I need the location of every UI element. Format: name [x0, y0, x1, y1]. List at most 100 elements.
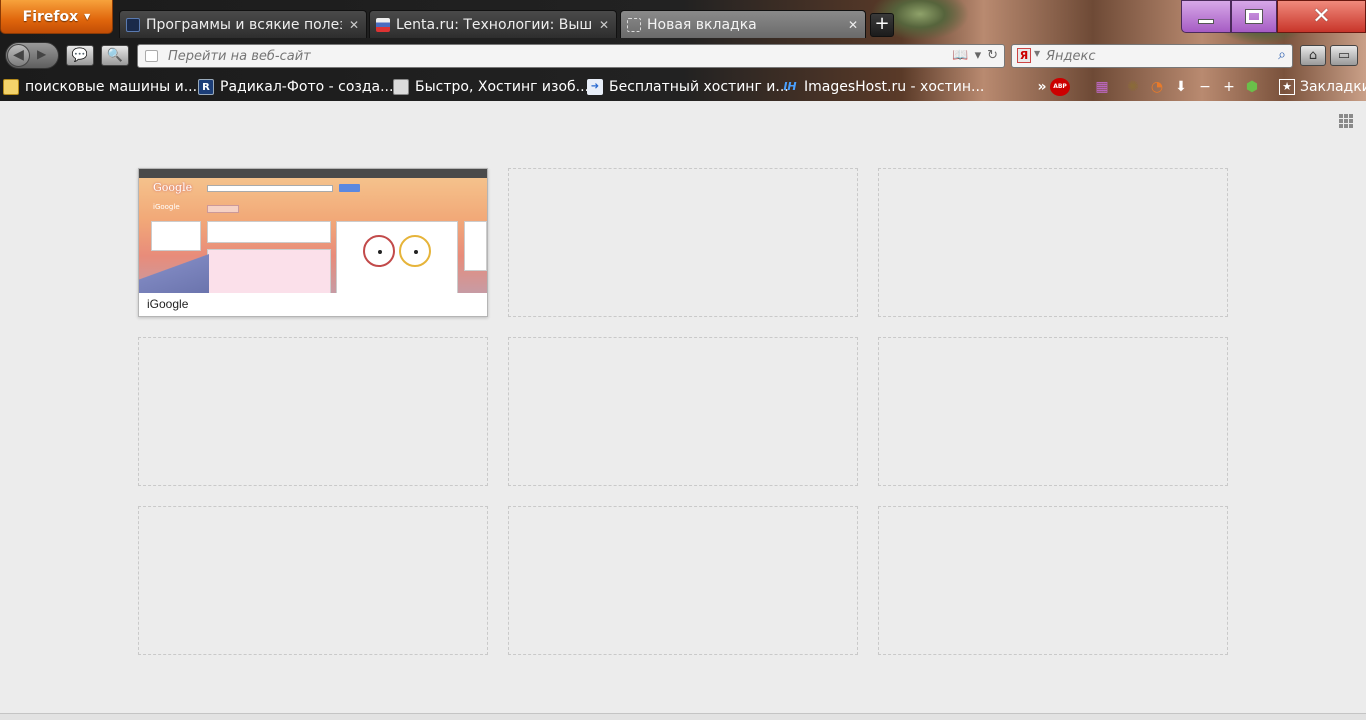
navigation-toolbar: ◀ ▶ 💬 🔍 📖 ▾ ↻ Я ▼ ⌕ ⌂ ▭ — [0, 40, 1366, 70]
thumbnail-search-button — [339, 184, 360, 192]
newtab-empty-cell[interactable] — [878, 168, 1228, 317]
status-bar — [0, 713, 1366, 720]
url-bar[interactable]: 📖 ▾ ↻ — [137, 44, 1005, 68]
thumbnail-search-box — [207, 185, 333, 192]
thumbnail-gadget — [464, 221, 487, 271]
bookmark-label: Радикал-Фото - созда... — [220, 79, 394, 95]
bookmark-item[interactable]: ➜ Бесплатный хостинг и... — [587, 79, 789, 95]
thumbnail-gadget — [207, 221, 331, 243]
site-thumbnail: Google iGoogle — [139, 169, 487, 293]
speed-dial-grid-icon[interactable]: ▦ — [1093, 78, 1111, 96]
thumbnail-gadget — [151, 221, 201, 251]
new-tab-page: Google iGoogle iGoogle — [0, 101, 1366, 713]
tab-favicon-icon — [376, 17, 390, 32]
close-icon: ✕ — [1312, 4, 1331, 29]
back-button[interactable]: ◀ — [7, 44, 30, 67]
tab-title: Программы и всякие полез... — [146, 16, 342, 33]
zoom-out-icon[interactable]: − — [1196, 78, 1214, 96]
history-dropdown-icon[interactable]: ▾ — [975, 48, 982, 63]
search-tool-button[interactable]: 🔍 — [101, 45, 129, 66]
close-window-button[interactable]: ✕ — [1277, 0, 1366, 33]
bookmarks-menu-button[interactable]: ★ Закладки — [1279, 79, 1366, 95]
minimize-icon — [1198, 19, 1214, 24]
newtab-empty-cell[interactable] — [138, 337, 488, 486]
grid-toggle-icon[interactable] — [1339, 114, 1353, 128]
reload-icon[interactable]: ↻ — [987, 48, 998, 63]
thumbnail-landscape — [139, 253, 209, 293]
arrow-icon: ➜ — [587, 79, 603, 95]
firefox-menu-label: Firefox — [22, 8, 79, 25]
tab-favicon-icon — [126, 17, 140, 32]
thumbnail-clock-ring — [363, 235, 395, 267]
minimize-button[interactable] — [1181, 0, 1231, 33]
thumbnail-clock-ring — [399, 235, 431, 267]
speech-bubble-icon: 💬 — [71, 48, 89, 63]
bookmark-item[interactable]: поисковые машины и... — [3, 79, 197, 95]
reader-book-icon[interactable]: 📖 — [952, 48, 968, 63]
newtab-cell[interactable]: Google iGoogle iGoogle — [138, 168, 488, 317]
url-input[interactable] — [168, 47, 928, 65]
thumbnail-calendar — [207, 249, 331, 293]
folder-icon — [3, 79, 19, 95]
tab-title: Новая вкладка — [647, 16, 757, 33]
magnifier-icon: 🔍 — [106, 48, 124, 63]
search-go-icon[interactable]: ⌕ — [1278, 47, 1286, 63]
close-tab-icon[interactable]: ✕ — [847, 18, 859, 32]
chevron-down-icon: ▼ — [84, 12, 91, 21]
tab-programs[interactable]: Программы и всякие полез... ✕ — [119, 10, 367, 38]
adblock-icon[interactable]: ABP — [1050, 78, 1070, 96]
rss-icon[interactable]: ◔ — [1148, 78, 1166, 96]
bookmarks-overflow-chevron[interactable]: » — [1033, 78, 1051, 96]
close-tab-icon[interactable]: ✕ — [598, 18, 610, 32]
radikal-icon: R — [198, 79, 214, 95]
bookmark-label: поисковые машины и... — [25, 79, 198, 95]
thumbnail-google-logo: Google — [153, 181, 193, 194]
imageshost-icon: IH — [783, 80, 797, 93]
bookmark-item[interactable]: Быстро, Хостинг изоб... — [393, 79, 589, 95]
extension-cube-icon[interactable]: ⬢ — [1243, 78, 1261, 96]
sync-icon: ▭ — [1337, 48, 1351, 63]
newtab-empty-cell[interactable] — [878, 337, 1228, 486]
bookmark-item[interactable]: IH ImagesHost.ru - хостин... — [782, 79, 984, 95]
tab-title: Lenta.ru: Технологии: Вышел... — [396, 16, 592, 33]
thumbnail-google-bar — [139, 169, 487, 178]
newtab-site-igoogle[interactable]: Google iGoogle iGoogle — [138, 168, 488, 317]
newtab-empty-cell[interactable] — [508, 506, 858, 655]
star-bookmark-icon: ★ — [1279, 79, 1295, 95]
tab-lenta[interactable]: Lenta.ru: Технологии: Вышел... ✕ — [369, 10, 617, 38]
bookmarks-menu-label: Закладки — [1300, 79, 1366, 95]
thumbnail-igoogle-logo: iGoogle — [153, 203, 180, 211]
pages-icon — [393, 79, 409, 95]
sync-button[interactable]: ▭ — [1330, 45, 1358, 66]
browser-chrome: Firefox ▼ Программы и всякие полез... ✕ … — [0, 0, 1366, 101]
newtab-empty-cell[interactable] — [508, 337, 858, 486]
thumbnail-gadget — [336, 221, 458, 293]
engine-dropdown-icon[interactable]: ▼ — [1034, 49, 1040, 58]
newtab-empty-cell[interactable] — [508, 168, 858, 317]
site-identity-icon[interactable] — [145, 50, 158, 62]
maximize-icon — [1245, 9, 1263, 24]
tab-favicon-icon — [627, 17, 641, 32]
bookmark-label: Бесплатный хостинг и... — [609, 79, 789, 95]
new-tab-button[interactable]: + — [870, 13, 894, 37]
bookmarks-toolbar: поисковые машины и... R Радикал-Фото - с… — [0, 76, 1366, 100]
site-title: iGoogle — [147, 297, 189, 311]
close-tab-icon[interactable]: ✕ — [348, 18, 360, 32]
bookmark-item[interactable]: R Радикал-Фото - созда... — [198, 79, 393, 95]
speech-bubble-button[interactable]: 💬 — [66, 45, 94, 66]
search-bar[interactable]: Я ▼ ⌕ — [1011, 44, 1293, 68]
back-forward-group: ◀ ▶ — [5, 42, 59, 69]
forward-button[interactable]: ▶ — [37, 47, 46, 61]
zoom-in-icon[interactable]: + — [1220, 78, 1238, 96]
newtab-empty-cell[interactable] — [138, 506, 488, 655]
tab-new-tab[interactable]: Новая вкладка ✕ — [620, 10, 866, 38]
bookmark-label: ImagesHost.ru - хостин... — [804, 79, 985, 95]
newtab-empty-cell[interactable] — [878, 506, 1228, 655]
maximize-button[interactable] — [1231, 0, 1277, 33]
firefox-menu-button[interactable]: Firefox ▼ — [0, 0, 113, 34]
search-input[interactable] — [1046, 47, 1266, 65]
download-icon[interactable]: ⬇ — [1172, 78, 1190, 96]
home-icon: ⌂ — [1308, 48, 1318, 63]
yandex-engine-icon[interactable]: Я — [1017, 48, 1031, 63]
home-button[interactable]: ⌂ — [1300, 45, 1326, 66]
